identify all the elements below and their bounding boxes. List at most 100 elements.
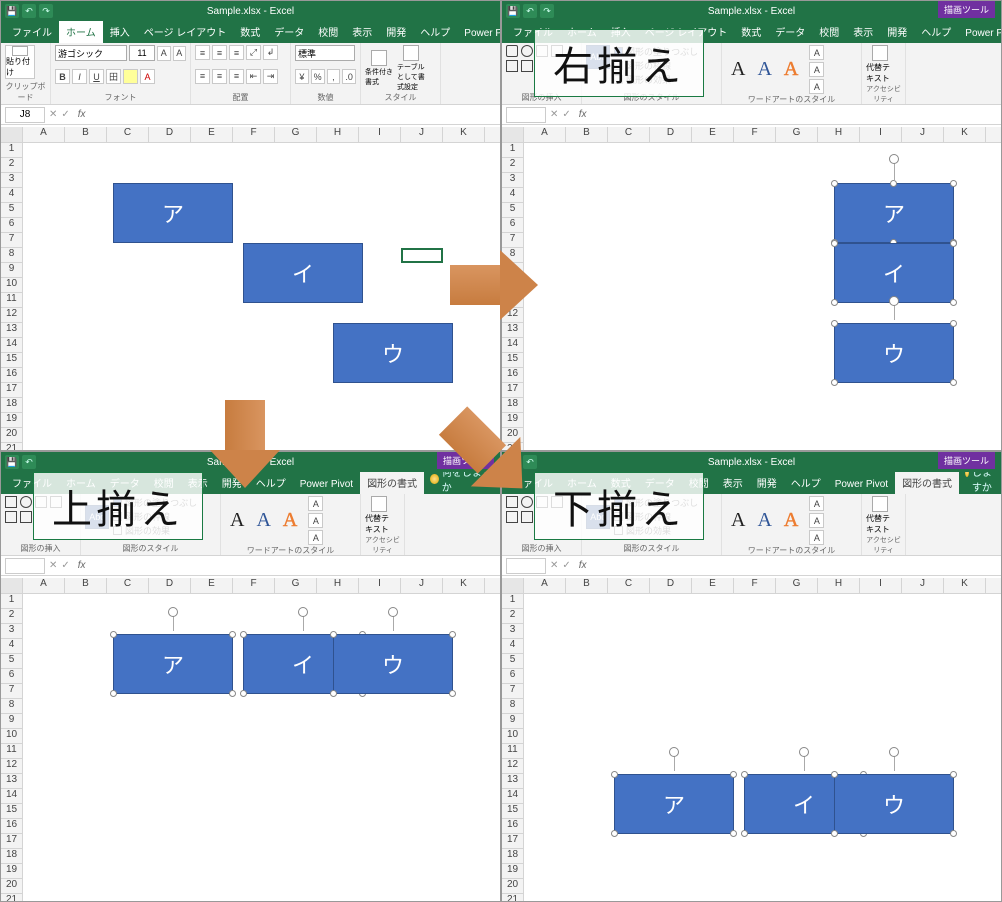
col-A[interactable]: A bbox=[23, 127, 65, 142]
shape-a[interactable]: ア bbox=[614, 774, 734, 834]
border-button[interactable]: 田 bbox=[106, 69, 121, 84]
row-12[interactable]: 12 bbox=[1, 759, 23, 774]
shape-a[interactable]: ア bbox=[113, 634, 233, 694]
handle-sw[interactable] bbox=[741, 830, 748, 837]
col-D[interactable]: D bbox=[650, 127, 692, 142]
row-16[interactable]: 16 bbox=[1, 819, 23, 834]
handle-se[interactable] bbox=[950, 830, 957, 837]
shape-a[interactable]: ア bbox=[113, 183, 233, 243]
col-E[interactable]: E bbox=[692, 578, 734, 593]
row-14[interactable]: 14 bbox=[502, 789, 524, 804]
row-14[interactable]: 14 bbox=[1, 338, 23, 353]
text-outline-icon[interactable]: A bbox=[809, 62, 824, 77]
grid-area[interactable]: ア イ ウ bbox=[23, 594, 500, 901]
row-7[interactable]: 7 bbox=[502, 233, 524, 248]
row-13[interactable]: 13 bbox=[1, 774, 23, 789]
tab-view[interactable]: 表示 bbox=[716, 471, 750, 494]
row-17[interactable]: 17 bbox=[1, 834, 23, 849]
row-12[interactable]: 12 bbox=[502, 759, 524, 774]
rotation-handle[interactable] bbox=[388, 607, 398, 617]
star-icon[interactable] bbox=[521, 60, 533, 72]
handle-sw[interactable] bbox=[831, 379, 838, 386]
handle-nw[interactable] bbox=[831, 240, 838, 247]
shape-u[interactable]: ウ bbox=[834, 774, 954, 834]
handle-ne[interactable] bbox=[229, 631, 236, 638]
rotation-handle[interactable] bbox=[889, 154, 899, 164]
wordart-preset-2[interactable]: A bbox=[251, 509, 275, 532]
handle-sw[interactable] bbox=[110, 690, 117, 697]
col-B[interactable]: B bbox=[566, 127, 608, 142]
col-E[interactable]: E bbox=[692, 127, 734, 142]
font-color-button[interactable]: A bbox=[140, 69, 155, 84]
save-icon[interactable]: 💾 bbox=[5, 455, 19, 469]
italic-button[interactable]: I bbox=[72, 69, 87, 84]
alt-text-button[interactable]: 代替テキスト bbox=[866, 496, 894, 535]
fx-icon[interactable]: fx bbox=[575, 560, 591, 571]
row-18[interactable]: 18 bbox=[502, 398, 524, 413]
col-A[interactable]: A bbox=[23, 578, 65, 593]
align-right-icon[interactable]: ≡ bbox=[229, 69, 244, 84]
col-I[interactable]: I bbox=[359, 127, 401, 142]
tab-formulas[interactable]: 数式 bbox=[734, 20, 768, 43]
underline-button[interactable]: U bbox=[89, 69, 104, 84]
col-F[interactable]: F bbox=[734, 127, 776, 142]
shape-i[interactable]: イ bbox=[834, 243, 954, 303]
row-7[interactable]: 7 bbox=[1, 233, 23, 248]
percent-icon[interactable]: % bbox=[311, 69, 325, 84]
redo-icon[interactable]: ↷ bbox=[540, 4, 554, 18]
col-C[interactable]: C bbox=[107, 578, 149, 593]
col-I[interactable]: I bbox=[860, 578, 902, 593]
arrow-icon[interactable] bbox=[506, 60, 518, 72]
row-2[interactable]: 2 bbox=[502, 158, 524, 173]
handle-ne[interactable] bbox=[449, 631, 456, 638]
handle-ne[interactable] bbox=[950, 771, 957, 778]
align-top-icon[interactable]: ≡ bbox=[195, 45, 210, 60]
col-K[interactable]: K bbox=[443, 578, 485, 593]
row-2[interactable]: 2 bbox=[502, 609, 524, 624]
col-D[interactable]: D bbox=[149, 578, 191, 593]
col-E[interactable]: E bbox=[191, 127, 233, 142]
col-C[interactable]: C bbox=[608, 578, 650, 593]
row-1[interactable]: 1 bbox=[502, 143, 524, 158]
tab-review[interactable]: 校閲 bbox=[812, 20, 846, 43]
tab-view[interactable]: 表示 bbox=[345, 20, 379, 43]
row-11[interactable]: 11 bbox=[1, 293, 23, 308]
text-fill-icon[interactable]: A bbox=[809, 496, 824, 511]
increase-indent-icon[interactable]: ⇥ bbox=[263, 69, 278, 84]
col-F[interactable]: F bbox=[734, 578, 776, 593]
text-effects-icon[interactable]: A bbox=[809, 79, 824, 94]
col-F[interactable]: F bbox=[233, 578, 275, 593]
col-B[interactable]: B bbox=[65, 578, 107, 593]
save-icon[interactable]: 💾 bbox=[5, 4, 19, 18]
row-9[interactable]: 9 bbox=[502, 714, 524, 729]
name-box[interactable] bbox=[5, 558, 45, 574]
col-A[interactable]: A bbox=[524, 578, 566, 593]
row-20[interactable]: 20 bbox=[1, 428, 23, 443]
tab-developer[interactable]: 開発 bbox=[880, 20, 914, 43]
row-15[interactable]: 15 bbox=[502, 804, 524, 819]
tab-home[interactable]: ホーム bbox=[59, 20, 103, 43]
row-1[interactable]: 1 bbox=[502, 594, 524, 609]
undo-icon[interactable]: ↶ bbox=[22, 455, 36, 469]
handle-nw[interactable] bbox=[741, 771, 748, 778]
row-15[interactable]: 15 bbox=[1, 353, 23, 368]
fill-color-button[interactable] bbox=[123, 69, 138, 84]
col-A[interactable]: A bbox=[524, 127, 566, 142]
row-18[interactable]: 18 bbox=[502, 849, 524, 864]
row-13[interactable]: 13 bbox=[502, 323, 524, 338]
wordart-preset-3[interactable]: A bbox=[779, 509, 803, 532]
name-box[interactable] bbox=[506, 558, 546, 574]
col-G[interactable]: G bbox=[275, 127, 317, 142]
row-10[interactable]: 10 bbox=[1, 278, 23, 293]
text-outline-icon[interactable]: A bbox=[308, 513, 323, 528]
text-effects-icon[interactable]: A bbox=[809, 530, 824, 545]
row-16[interactable]: 16 bbox=[502, 819, 524, 834]
paste-button[interactable]: 貼り付け bbox=[5, 45, 35, 79]
conditional-formatting-button[interactable]: 条件付き書式 bbox=[365, 50, 393, 87]
row-5[interactable]: 5 bbox=[502, 654, 524, 669]
text-fill-icon[interactable]: A bbox=[809, 45, 824, 60]
col-B[interactable]: B bbox=[65, 127, 107, 142]
handle-nw[interactable] bbox=[831, 771, 838, 778]
shape-i[interactable]: イ bbox=[243, 243, 363, 303]
redo-icon[interactable]: ↷ bbox=[39, 4, 53, 18]
